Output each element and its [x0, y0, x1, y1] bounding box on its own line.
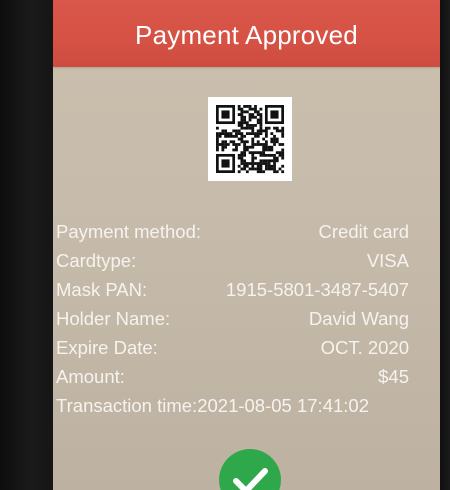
payment-screen: Payment Approved Payment method: Credit … [53, 0, 440, 490]
page-title: Payment Approved [135, 20, 358, 50]
payment-method-value: Credit card [318, 221, 409, 242]
detail-row-expire-date: Expire Date: OCT. 2020 [56, 333, 409, 362]
holder-name-label: Holder Name: [56, 308, 171, 329]
expire-date-label: Expire Date: [56, 337, 158, 358]
payment-details: Payment method: Credit card Cardtype: VI… [56, 217, 409, 420]
cardtype-label: Cardtype: [56, 250, 137, 271]
amount-value: $45 [378, 366, 409, 387]
mask-pan-value: 1915-5801-3487-5407 [225, 279, 409, 300]
transaction-time-label: Transaction time: [56, 395, 198, 416]
detail-row-holder-name: Holder Name: David Wang [56, 304, 409, 333]
mask-pan-label: Mask PAN: [56, 279, 148, 300]
header-bar: Payment Approved [53, 0, 440, 67]
transaction-time: Transaction time:2021-08-05 17:41:02 [56, 391, 369, 420]
expire-date-value: OCT. 2020 [320, 337, 409, 358]
confirm-button[interactable] [219, 449, 281, 490]
holder-name-value: David Wang [308, 308, 409, 329]
qr-code-icon [208, 97, 292, 181]
transaction-time-value: 2021-08-05 17:41:02 [197, 395, 369, 416]
device-frame: Payment Approved Payment method: Credit … [0, 0, 450, 490]
detail-row-transaction-time: Transaction time:2021-08-05 17:41:02 [56, 391, 409, 420]
detail-row-cardtype: Cardtype: VISA [56, 246, 409, 275]
cardtype-value: VISA [366, 250, 409, 271]
payment-method-label: Payment method: [56, 221, 201, 242]
detail-row-amount: Amount: $45 [56, 362, 409, 391]
amount-label: Amount: [56, 366, 125, 387]
detail-row-payment-method: Payment method: Credit card [56, 217, 409, 246]
detail-row-mask-pan: Mask PAN: 1915-5801-3487-5407 [56, 275, 409, 304]
check-icon [233, 468, 268, 490]
